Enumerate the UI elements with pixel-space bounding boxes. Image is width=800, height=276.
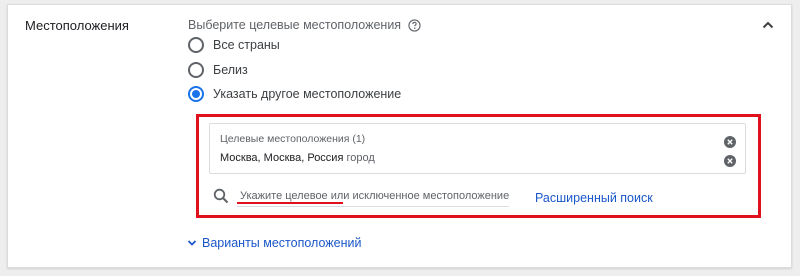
close-circle-icon <box>724 155 736 167</box>
radio-label: Указать другое местоположение <box>213 87 402 101</box>
close-circle-icon <box>724 136 736 148</box>
collapse-section-button[interactable] <box>760 17 776 33</box>
location-variants-label: Варианты местоположений <box>202 236 362 250</box>
advanced-search-link[interactable]: Расширенный поиск <box>535 191 653 205</box>
radio-belize[interactable]: Белиз <box>188 62 248 78</box>
radio-other-location[interactable]: Указать другое местоположение <box>188 86 401 102</box>
radio-button[interactable] <box>188 37 204 53</box>
locations-card: Местоположения Выберите целевые местопол… <box>7 4 792 268</box>
section-title: Местоположения <box>25 18 129 33</box>
target-location-item: Москва, Москва, Россия город <box>220 152 375 164</box>
target-locations-title: Целевые местоположения (1) <box>220 133 366 145</box>
location-variants-toggle[interactable]: Варианты местоположений <box>186 236 361 250</box>
radio-button[interactable] <box>188 62 204 78</box>
target-locations-box: Целевые местоположения (1) Москва, Москв… <box>209 123 746 174</box>
radio-button-checked[interactable] <box>188 86 204 102</box>
target-location-name: Москва, Москва, Россия <box>220 152 344 164</box>
radio-label: Белиз <box>213 63 248 77</box>
radio-label: Все страны <box>213 38 280 52</box>
chevron-up-icon <box>762 21 774 29</box>
help-circle-icon[interactable] <box>408 18 421 32</box>
remove-location-button[interactable] <box>724 154 736 167</box>
prompt-text: Выберите целевые местоположения <box>188 18 402 32</box>
red-underline-highlight <box>237 202 343 204</box>
radio-all-countries[interactable]: Все страны <box>188 37 280 53</box>
search-icon <box>213 188 229 204</box>
chevron-down-icon <box>187 240 197 246</box>
clear-all-button[interactable] <box>724 135 736 148</box>
location-prompt: Выберите целевые местоположения <box>188 18 421 32</box>
target-location-type: город <box>346 152 375 164</box>
